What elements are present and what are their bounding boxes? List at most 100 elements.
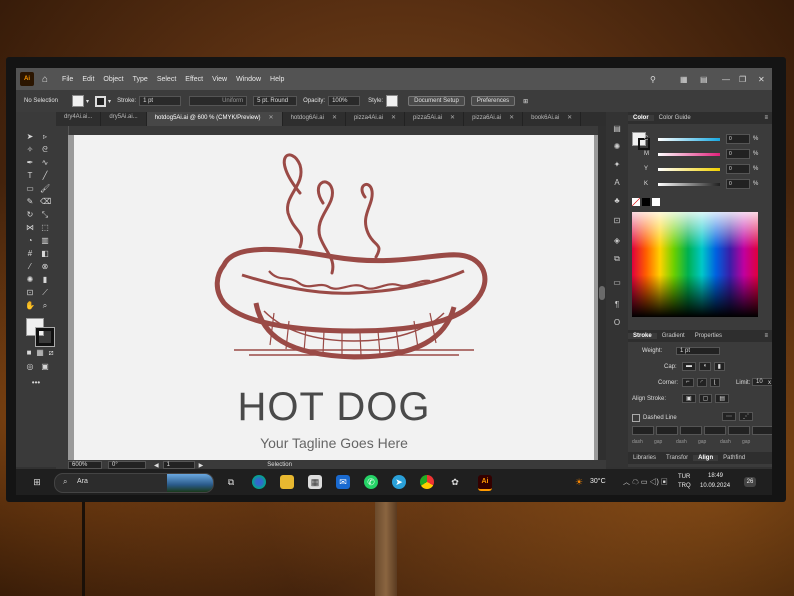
rotate-tool-icon[interactable]: ↻: [25, 210, 35, 220]
color-spectrum[interactable]: [632, 212, 758, 317]
tab-dry5[interactable]: dry5Ai.ai...: [101, 112, 147, 126]
tab-color[interactable]: Color: [628, 115, 654, 121]
dash-field[interactable]: [632, 426, 654, 435]
yellow-slider[interactable]: Y 0 %: [644, 164, 758, 174]
dashed-line-option[interactable]: Dashed Line: [632, 414, 677, 422]
magic-wand-icon[interactable]: ✧: [25, 145, 35, 155]
width-tool-icon[interactable]: ⋈: [25, 223, 35, 233]
dash-field[interactable]: [728, 426, 750, 435]
hand-tool-icon[interactable]: ✋: [25, 301, 35, 311]
blend-tool-icon[interactable]: ⊗: [40, 262, 50, 272]
menu-window[interactable]: Window: [236, 76, 261, 83]
tab-dry4[interactable]: dry4Ai.ai...: [56, 112, 102, 126]
stroke-weight-field[interactable]: 1 pt: [676, 347, 720, 355]
round-join-icon[interactable]: ◜: [696, 378, 707, 387]
brush-definition-select[interactable]: 5 pt. Round: [253, 96, 298, 106]
search-icon[interactable]: ⚲: [650, 68, 656, 90]
tab-pizza6[interactable]: pizza6Ai.ai ✕: [464, 112, 524, 126]
shaper-tool-icon[interactable]: ✎: [25, 197, 35, 207]
gap-field[interactable]: [704, 426, 726, 435]
selection-tool-icon[interactable]: ➤: [25, 132, 35, 142]
scrollbar-thumb[interactable]: [599, 286, 605, 300]
weather-temp[interactable]: 30°C: [590, 478, 606, 485]
chrome-icon[interactable]: [420, 475, 434, 489]
gradient-tool-icon[interactable]: ◧: [40, 249, 50, 259]
yellow-bar[interactable]: [658, 167, 720, 171]
paragraph-icon[interactable]: ¶: [612, 300, 622, 310]
opacity-field[interactable]: 100%: [328, 96, 361, 106]
panel-menu-icon[interactable]: ≡: [764, 115, 768, 121]
document-setup-button[interactable]: Document Setup: [408, 96, 465, 106]
hotdog-artwork[interactable]: HOT DOG Your Tagline Goes Here: [74, 135, 594, 460]
menu-object[interactable]: Object: [103, 76, 123, 83]
round-cap-icon[interactable]: ◖: [699, 362, 711, 371]
draw-mode-icon[interactable]: ◎: [25, 362, 35, 372]
menu-file[interactable]: File: [62, 76, 73, 83]
menu-view[interactable]: View: [212, 76, 227, 83]
next-artboard-icon[interactable]: ▶: [199, 462, 204, 469]
tab-transform[interactable]: Transfor: [661, 455, 693, 461]
zoom-tool-icon[interactable]: ⌕: [40, 301, 50, 311]
panel-menu-icon[interactable]: ≡: [764, 333, 768, 339]
arrange-documents-icon[interactable]: ▦: [680, 68, 688, 90]
close-tab-icon[interactable]: ✕: [391, 115, 396, 121]
illustrator-taskbar-icon[interactable]: Ai: [478, 475, 492, 491]
slice-tool-icon[interactable]: ⟋: [40, 288, 50, 298]
magenta-bar[interactable]: [658, 152, 720, 156]
dash-exact-icon[interactable]: ⋯: [722, 412, 736, 421]
tab-properties[interactable]: Properties: [690, 333, 727, 339]
edge-icon[interactable]: [252, 475, 266, 489]
properties-icon[interactable]: ▤: [612, 124, 622, 134]
zoom-field[interactable]: 600%: [68, 461, 102, 469]
tab-pizza5[interactable]: pizza5Ai.ai ✕: [405, 112, 465, 126]
variable-width-select[interactable]: Uniform: [189, 96, 248, 106]
rotation-field[interactable]: 0°: [108, 461, 146, 469]
mesh-tool-icon[interactable]: #: [25, 249, 35, 259]
color-mode-icon[interactable]: ■: [24, 348, 34, 358]
comments-icon[interactable]: ▭: [612, 278, 622, 288]
tab-pizza4[interactable]: pizza4Ai.ai ✕: [346, 112, 406, 126]
line-tool-icon[interactable]: ╱: [40, 171, 50, 181]
weather-icon[interactable]: ☀: [572, 475, 586, 489]
artboard-number-field[interactable]: 1: [162, 461, 195, 469]
menu-type[interactable]: Type: [133, 76, 148, 83]
tab-book6[interactable]: book6Ai.ai ✕: [523, 112, 582, 126]
file-explorer-icon[interactable]: [280, 475, 294, 489]
close-tab-icon[interactable]: ✕: [509, 115, 514, 121]
clock-date[interactable]: 10.09.2024: [700, 483, 730, 489]
language-bottom[interactable]: TRQ: [678, 483, 691, 489]
task-view-icon[interactable]: ⧉: [224, 475, 238, 489]
perspective-grid-icon[interactable]: ▥: [40, 236, 50, 246]
black-slider[interactable]: K 0 %: [644, 179, 758, 189]
type-tool-icon[interactable]: T: [25, 171, 35, 181]
search-box[interactable]: ⌕ Ara: [54, 473, 214, 493]
curvature-tool-icon[interactable]: ∿: [40, 158, 50, 168]
gradient-mode-icon[interactable]: ▦: [35, 348, 45, 358]
direct-selection-tool-icon[interactable]: ▹: [40, 132, 50, 142]
shape-builder-icon[interactable]: ◔: [25, 236, 35, 246]
close-tab-icon[interactable]: ✕: [332, 115, 337, 121]
scale-tool-icon[interactable]: ⤡: [40, 210, 50, 220]
bevel-join-icon[interactable]: ⌊: [709, 378, 721, 387]
close-tab-icon[interactable]: ✕: [450, 115, 455, 121]
system-tray-icons[interactable]: ︿ ☁ ▭ ◁) ▣: [623, 477, 668, 487]
tab-gradient[interactable]: Gradient: [657, 333, 690, 339]
none-mode-icon[interactable]: ⧄: [46, 348, 56, 358]
white-swatch[interactable]: [652, 198, 660, 206]
tab-hotdog5[interactable]: hotdog5Ai.ai @ 600 % (CMYK/Preview) ✕: [146, 112, 283, 126]
tab-color-guide[interactable]: Color Guide: [654, 115, 696, 121]
whatsapp-icon[interactable]: ✆: [364, 475, 378, 489]
chevron-down-icon[interactable]: ▾: [108, 98, 111, 105]
workspace-icon[interactable]: ▤: [700, 68, 708, 90]
openai-icon[interactable]: ✿: [448, 475, 462, 489]
windows-start-icon[interactable]: ⊞: [30, 475, 44, 489]
dash-field[interactable]: [680, 426, 702, 435]
align-center-icon[interactable]: ▣: [682, 394, 696, 403]
none-swatch[interactable]: [632, 198, 640, 206]
artboard-tool-icon[interactable]: ⊡: [25, 288, 35, 298]
close-tab-icon[interactable]: ✕: [269, 115, 274, 121]
align-outside-icon[interactable]: ▤: [715, 394, 730, 403]
tab-align[interactable]: Align: [693, 455, 719, 461]
appearance-icon[interactable]: ✺: [612, 142, 622, 152]
clock-time[interactable]: 18:49: [708, 473, 723, 479]
